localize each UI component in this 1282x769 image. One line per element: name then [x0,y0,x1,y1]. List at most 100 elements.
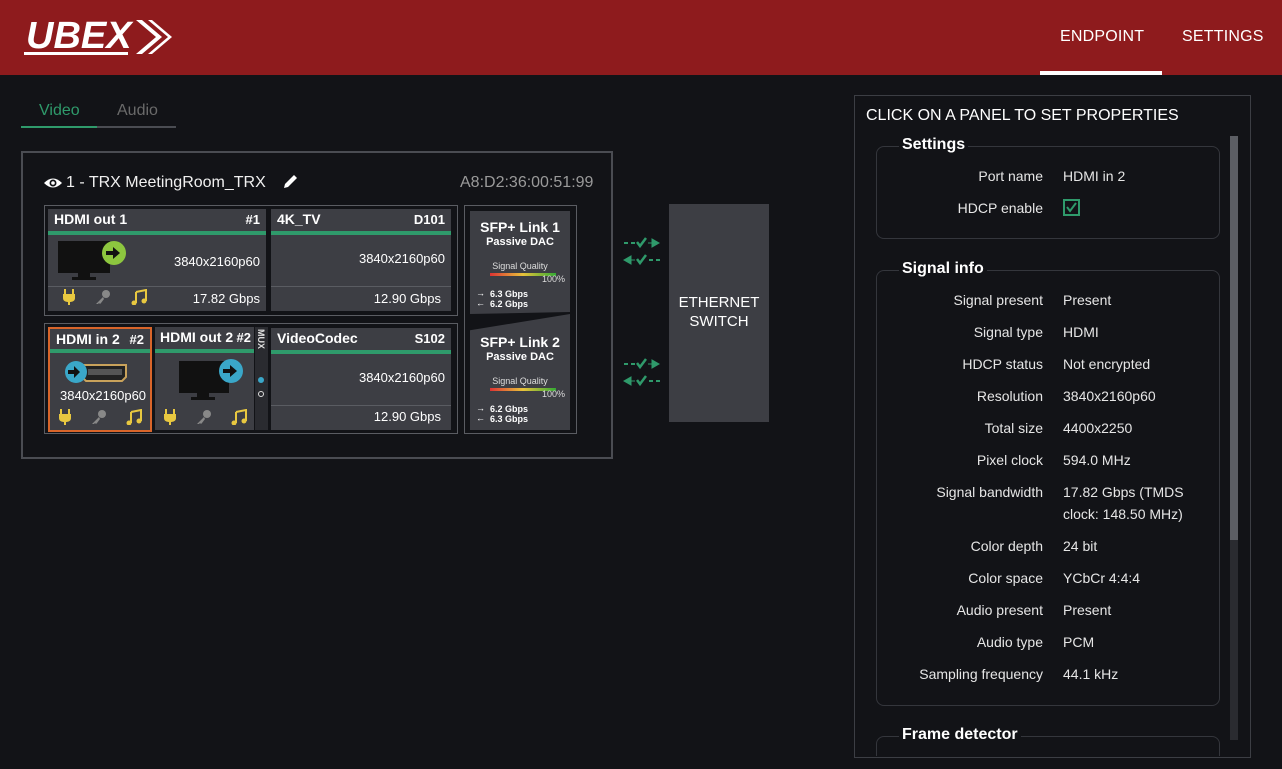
hdcp-enable-checkbox[interactable] [1063,199,1080,216]
monitor-output-icon [58,241,126,280]
sfp-title: SFP+ Link 1 [480,219,560,235]
audio-note-icon [131,289,147,305]
panel-device-id: S102 [414,331,445,346]
hdmi-input-icon [65,361,127,383]
port-name-value[interactable]: HDMI in 2 [1063,165,1125,187]
mux-label: MUX [256,329,266,349]
sfp-subtitle: Passive DAC [486,236,554,248]
tab-video[interactable]: Video [39,102,80,120]
hdcp-enable-label: HDCP enable [957,200,1043,216]
sfp-subtitle: Passive DAC [486,351,554,363]
signal-present-value: Present [1063,292,1112,308]
sampling-frequency-value: 44.1 kHz [1063,666,1119,682]
ubex-logo[interactable]: UBEX [24,12,174,62]
mux-selector[interactable]: MUX [255,327,268,430]
arrow-left-icon: ← [476,298,485,308]
sfp-tx-rate: 6.3 Gbps [490,289,529,299]
hdcp-key-icon [92,410,106,424]
hdcp-key-icon [96,290,110,304]
signal-type-value: HDMI [1063,324,1099,340]
endpoint-mac-address: A8:D2:36:00:51:99 [460,174,594,191]
sfp-quality: 100% [542,274,566,284]
mux-option-1-dot[interactable] [258,377,264,383]
settings-fieldset [876,146,1220,239]
total-size-label: Total size [984,420,1043,436]
nav-settings[interactable]: SETTINGS [1182,28,1264,46]
settings-legend: Settings [899,136,969,154]
mux-option-2-dot[interactable] [258,391,264,397]
power-plug-icon [59,409,71,425]
panel-title: 4K_TV [277,211,321,227]
color-space-label: Color space [968,570,1043,586]
sfp-quality: 100% [542,389,566,399]
properties-scroll-thumb[interactable] [1230,136,1238,540]
hdcp-status-value: Not encrypted [1063,356,1151,372]
total-size-value: 4400x2250 [1063,420,1133,436]
nav-active-indicator [1040,71,1162,75]
audio-type-value: PCM [1063,634,1095,650]
hdcp-key-icon [197,410,211,424]
sfp-link-2-panel[interactable]: SFP+ Link 2 Passive DAC Signal Quality 1… [470,314,570,430]
resolution-label: Resolution [976,388,1043,404]
signal-present-label: Signal present [953,292,1043,308]
panel-title: VideoCodec [277,330,358,346]
signal-info-legend: Signal info [899,260,987,278]
sfp-quality-label: Signal Quality [492,376,548,386]
panel-hdmi-in-2[interactable]: HDMI in 2 #2 3840x2160p60 [48,327,152,432]
panel-resolution: 3840x2160p60 [173,254,260,269]
arrow-left-icon: ← [476,413,485,423]
port-name-label: Port name [978,168,1043,184]
switch-label-line-2: SWITCH [689,313,749,330]
audio-present-value: Present [1063,602,1112,618]
arrow-right-icon: → [476,403,485,413]
panel-hdmi-out-2[interactable]: HDMI out 2 #2 [155,327,254,430]
resolution-value: 3840x2160p60 [1063,388,1156,404]
signal-type-label: Signal type [973,324,1043,340]
endpoint-title: 1 - TRX MeetingRoom_TRX [66,174,266,191]
sfp-tx-rate: 6.2 Gbps [490,404,529,414]
panel-resolution: 3840x2160p60 [358,251,445,266]
sfp-title: SFP+ Link 2 [480,334,560,350]
monitor-output-icon [179,359,243,400]
sfp-rx-rate: 6.2 Gbps [490,299,529,309]
logo-text: UBEX [26,15,134,57]
switch-label-line-1: ETHERNET [678,294,760,311]
panel-resolution: 3840x2160p60 [60,388,147,403]
power-plug-icon [63,289,75,305]
tab-audio-underline [97,126,176,128]
panel-number: #2 [236,330,251,345]
tab-audio[interactable]: Audio [117,102,158,120]
arrow-right-icon: → [476,288,485,298]
properties-header: CLICK ON A PANEL TO SET PROPERTIES [866,107,1179,124]
eye-icon[interactable] [43,176,63,190]
panel-number: #1 [245,212,260,227]
checkmark-icon [1066,202,1077,213]
panel-hdmi-out-1[interactable]: HDMI out 1 #1 3840x2160p60 17.82 Gbps [48,209,266,311]
audio-note-icon [126,409,142,425]
panel-bandwidth: 12.90 Gbps [373,291,441,306]
panel-device-id: D101 [413,212,445,227]
pixel-clock-value: 594.0 MHz [1063,452,1131,468]
panel-title: HDMI out 2 [160,329,234,345]
sfp-link-1-panel[interactable]: SFP+ Link 1 Passive DAC Signal Quality 1… [470,211,570,314]
signal-bandwidth-value: 17.82 Gbps (TMDS clock: 148.50 MHz) [1063,484,1184,522]
color-depth-label: Color depth [970,538,1043,554]
panel-videocodec[interactable]: VideoCodec S102 3840x2160p60 12.90 Gbps [271,328,451,430]
audio-type-label: Audio type [976,634,1043,650]
link-1-status-arrows-icon [622,237,661,266]
color-space-value: YCbCr 4:4:4 [1063,570,1141,586]
panel-number: #2 [129,332,144,347]
power-plug-icon [164,409,176,425]
sfp-rx-rate: 6.3 Gbps [490,414,529,424]
frame-detector-clip: Frame detector [866,722,1232,756]
signal-bandwidth-label: Signal bandwidth [936,484,1043,500]
hdcp-status-label: HDCP status [962,356,1043,372]
nav-endpoint[interactable]: ENDPOINT [1060,28,1144,46]
panel-title: HDMI in 2 [56,331,120,347]
panel-4k-tv[interactable]: 4K_TV D101 3840x2160p60 12.90 Gbps [271,209,451,311]
ethernet-switch[interactable]: ETHERNET SWITCH [669,204,769,422]
audio-note-icon [231,409,247,425]
edit-pencil-icon[interactable] [282,173,299,190]
panel-resolution: 3840x2160p60 [358,370,445,385]
panel-bandwidth: 17.82 Gbps [192,291,260,306]
